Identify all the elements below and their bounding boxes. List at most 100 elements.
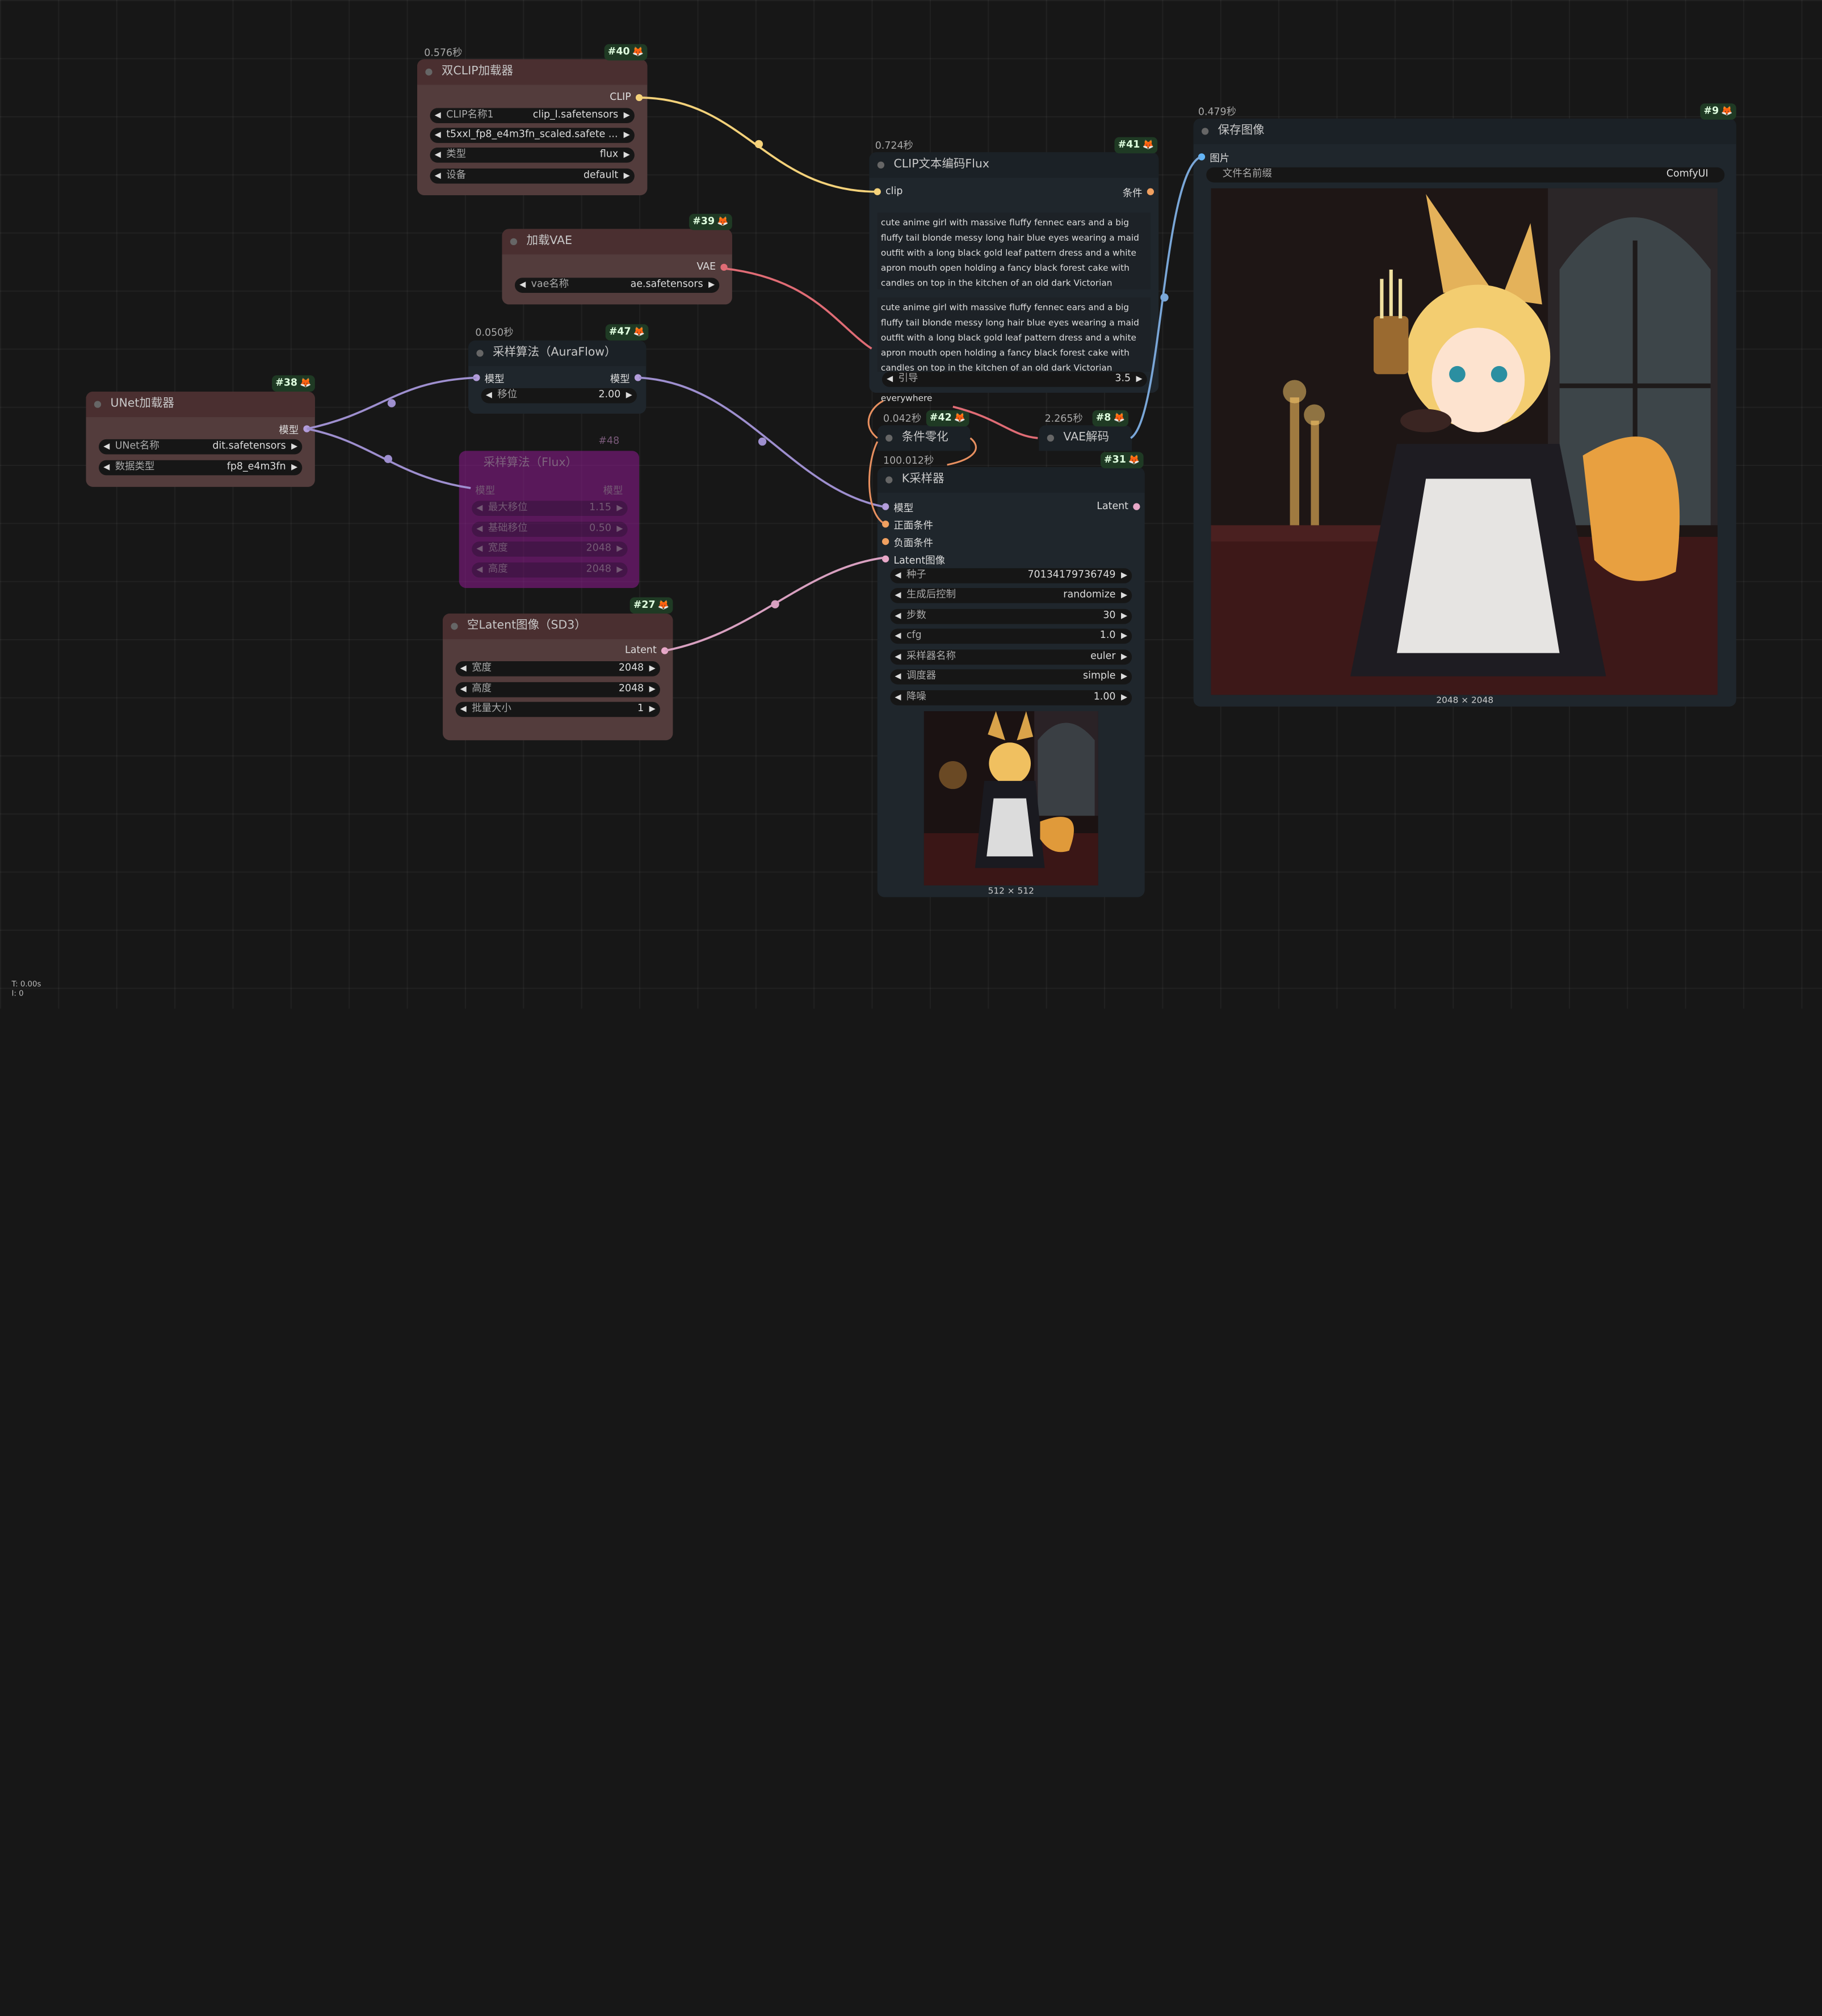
arrow-left-icon[interactable]: ◀ [476, 501, 482, 516]
vae-decode-title[interactable]: VAE解码 [1039, 425, 1132, 451]
arrow-left-icon[interactable]: ◀ [887, 372, 893, 387]
flux-height-widget[interactable]: ◀ 高度 2048 ▶ [472, 562, 628, 578]
arrow-left-icon[interactable]: ◀ [103, 460, 110, 476]
latent-input-socket[interactable] [881, 555, 889, 562]
clip-l-prompt-textarea[interactable]: cute anime girl with massive fluffy fenn… [877, 212, 1151, 289]
arrow-left-icon[interactable]: ◀ [435, 108, 441, 123]
arrow-right-icon[interactable]: ▶ [616, 562, 623, 578]
flux-sampling-node-bypassed[interactable]: 采样算法（Flux） 模型 模型 ◀ 最大移位 1.15 ▶ ◀ 基础移位 0.50 ▶ ◀… [459, 451, 640, 588]
control-after-generate-widget[interactable]: ◀ 生成后控制 randomize ▶ [890, 587, 1132, 603]
arrow-left-icon[interactable]: ◀ [103, 439, 110, 455]
latent-output-socket[interactable] [1133, 503, 1140, 510]
model-input-socket[interactable] [473, 374, 480, 381]
auraflow-sampling-node[interactable]: 采样算法（AuraFlow） 模型 模型 ◀ 移位 2.00 ▶ [468, 340, 646, 414]
dual-clip-title[interactable]: 双CLIP加载器 [417, 59, 648, 85]
shift-widget[interactable]: ◀ 移位 2.00 ▶ [481, 388, 637, 404]
arrow-right-icon[interactable]: ▶ [1136, 372, 1143, 387]
arrow-right-icon[interactable]: ▶ [616, 522, 623, 537]
clip-input-socket[interactable] [874, 188, 881, 195]
arrow-left-icon[interactable]: ◀ [519, 278, 526, 293]
collapse-dot-icon[interactable] [877, 161, 885, 169]
arrow-right-icon[interactable]: ▶ [624, 128, 630, 143]
arrow-left-icon[interactable]: ◀ [895, 629, 901, 644]
vae-output-socket[interactable] [720, 263, 728, 271]
vae-decode-node[interactable]: VAE解码 [1039, 425, 1132, 451]
vae-name-widget[interactable]: ◀ vae名称 ae.safetensors ▶ [514, 278, 720, 293]
ksampler-title[interactable]: K采样器 [877, 467, 1145, 493]
latent-output-socket[interactable] [661, 647, 669, 654]
auraflow-title[interactable]: 采样算法（AuraFlow） [468, 340, 646, 366]
collapse-dot-icon[interactable] [510, 238, 518, 246]
arrow-left-icon[interactable]: ◀ [895, 669, 901, 684]
positive-input-socket[interactable] [881, 520, 889, 528]
height-widget[interactable]: ◀ 高度 2048 ▶ [455, 682, 660, 698]
save-image-node[interactable]: 保存图像 图片 文件名前缀 ComfyUI 2048 × 2048 [1193, 118, 1736, 707]
unet-name-widget[interactable]: ◀ UNet名称 dit.safetensors ▶ [99, 439, 303, 455]
model-output-socket[interactable] [303, 425, 310, 432]
arrow-right-icon[interactable]: ▶ [708, 278, 715, 293]
max-shift-widget[interactable]: ◀ 最大移位 1.15 ▶ [472, 501, 628, 516]
arrow-right-icon[interactable]: ▶ [1121, 609, 1127, 624]
clip-type-widget[interactable]: ◀ 类型 flux ▶ [430, 148, 635, 163]
arrow-left-icon[interactable]: ◀ [895, 609, 901, 624]
t5xxl-prompt-textarea[interactable]: cute anime girl with massive fluffy fenn… [877, 297, 1151, 372]
collapse-dot-icon[interactable] [885, 434, 893, 442]
scheduler-widget[interactable]: ◀ 调度器 simple ▶ [890, 669, 1132, 684]
clip-output-socket[interactable] [635, 94, 643, 102]
arrow-left-icon[interactable]: ◀ [895, 690, 901, 705]
unet-dtype-widget[interactable]: ◀ 数据类型 fp8_e4m3fn ▶ [99, 460, 303, 476]
arrow-right-icon[interactable]: ▶ [1121, 588, 1127, 603]
steps-widget[interactable]: ◀ 步数 30 ▶ [890, 608, 1132, 624]
model-input-socket[interactable] [881, 503, 889, 510]
arrow-right-icon[interactable]: ▶ [649, 682, 656, 698]
clip-text-title[interactable]: CLIP文本编码Flux [869, 152, 1159, 178]
arrow-right-icon[interactable]: ▶ [291, 439, 297, 455]
clip-name2-widget[interactable]: ◀ t5xxl_fp8_e4m3fn_scaled.safete ... ▶ [430, 128, 635, 143]
negative-input-socket[interactable] [881, 537, 889, 545]
width-widget[interactable]: ◀ 宽度 2048 ▶ [455, 661, 660, 677]
arrow-right-icon[interactable]: ▶ [616, 541, 623, 557]
flux-sampling-title[interactable]: 采样算法（Flux） [459, 451, 639, 476]
unet-title[interactable]: UNet加载器 [86, 391, 315, 418]
unet-loader-node[interactable]: UNet加载器 模型 ◀ UNet名称 dit.safetensors ▶ ◀ 数据类型… [86, 391, 315, 487]
arrow-right-icon[interactable]: ▶ [626, 388, 632, 404]
empty-latent-title[interactable]: 空Latent图像（SD3） [443, 614, 673, 640]
arrow-left-icon[interactable]: ◀ [476, 541, 482, 557]
arrow-left-icon[interactable]: ◀ [435, 148, 441, 163]
collapse-dot-icon[interactable] [425, 68, 433, 76]
arrow-left-icon[interactable]: ◀ [476, 522, 482, 537]
arrow-right-icon[interactable]: ▶ [1121, 629, 1127, 644]
vae-loader-title[interactable]: 加载VAE [502, 229, 732, 255]
arrow-left-icon[interactable]: ◀ [895, 588, 901, 603]
arrow-left-icon[interactable]: ◀ [435, 128, 441, 143]
guidance-widget[interactable]: ◀ 引导 3.5 ▶ [881, 372, 1147, 387]
arrow-left-icon[interactable]: ◀ [460, 682, 467, 698]
ksampler-node[interactable]: K采样器 模型 正面条件 负面条件 Latent图像 Latent ◀ 种子 701… [877, 467, 1145, 897]
empty-latent-node[interactable]: 空Latent图像（SD3） Latent ◀ 宽度 2048 ▶ ◀ 高度 2048 ▶ … [443, 614, 673, 741]
dual-clip-loader-node[interactable]: 双CLIP加载器 CLIP ◀ CLIP名称1 clip_l.safetensors… [417, 59, 648, 195]
collapse-dot-icon[interactable] [885, 476, 893, 484]
collapse-dot-icon[interactable] [94, 401, 102, 408]
arrow-left-icon[interactable]: ◀ [895, 568, 901, 583]
batch-size-widget[interactable]: ◀ 批量大小 1 ▶ [455, 702, 660, 717]
arrow-right-icon[interactable]: ▶ [1121, 690, 1127, 705]
arrow-right-icon[interactable]: ▶ [624, 148, 630, 163]
arrow-right-icon[interactable]: ▶ [291, 460, 297, 476]
arrow-right-icon[interactable]: ▶ [1121, 568, 1127, 583]
model-output-socket[interactable] [634, 374, 642, 381]
arrow-right-icon[interactable]: ▶ [649, 702, 656, 717]
arrow-left-icon[interactable]: ◀ [486, 388, 492, 404]
arrow-left-icon[interactable]: ◀ [895, 649, 901, 665]
save-image-title[interactable]: 保存图像 [1193, 118, 1736, 144]
arrow-right-icon[interactable]: ▶ [624, 169, 630, 184]
arrow-right-icon[interactable]: ▶ [1121, 669, 1127, 684]
image-input-socket[interactable] [1198, 153, 1206, 161]
base-shift-widget[interactable]: ◀ 基础移位 0.50 ▶ [472, 522, 628, 537]
conditioning-output-socket[interactable] [1147, 188, 1155, 195]
cfg-widget[interactable]: ◀ cfg 1.0 ▶ [890, 628, 1132, 644]
collapse-dot-icon[interactable] [1047, 434, 1054, 442]
collapse-dot-icon[interactable] [476, 350, 484, 357]
conditioning-zero-node[interactable]: 条件零化 [877, 425, 971, 451]
vae-loader-node[interactable]: 加载VAE VAE ◀ vae名称 ae.safetensors ▶ [502, 229, 732, 305]
denoise-widget[interactable]: ◀ 降噪 1.00 ▶ [890, 690, 1132, 705]
